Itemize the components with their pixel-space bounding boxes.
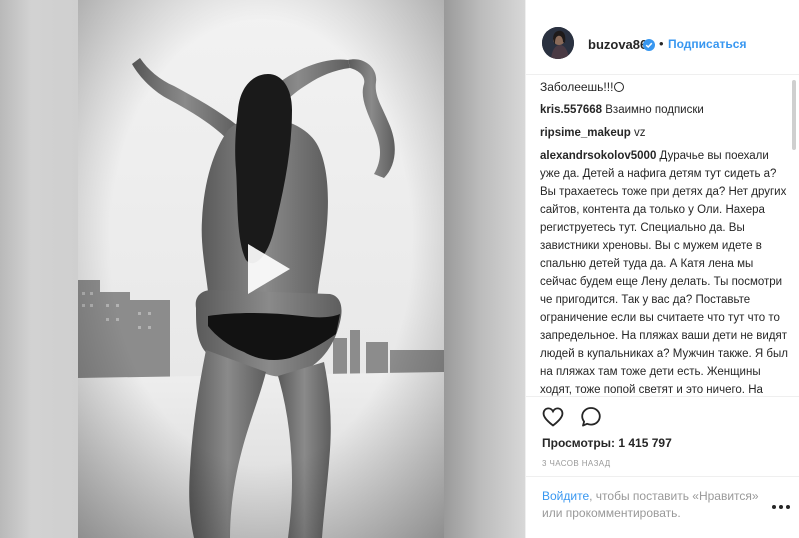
login-link[interactable]: Войдите (542, 489, 589, 503)
verified-badge-icon (643, 38, 655, 51)
comment-item: ripsime_makeup vz (540, 124, 788, 142)
comment-username[interactable]: kris.557668 (540, 104, 602, 116)
heart-icon[interactable] (542, 407, 564, 427)
comments-inner: Заболеешь!!! kris.557668 Взаимно подписк… (540, 76, 788, 396)
play-icon (248, 244, 290, 294)
post-footer: Войдите, чтобы поставить «Нравится» или … (526, 476, 799, 538)
comment-text: vz (633, 127, 646, 139)
post-header: buzova86 • Подписаться (526, 0, 799, 75)
separator-dot: • (659, 36, 664, 51)
username[interactable]: buzova86 (588, 37, 647, 52)
comment-text: Взаимно подписки (605, 104, 704, 116)
post-timestamp[interactable]: 3 часов назад (542, 459, 611, 468)
smile-emoji-icon (614, 82, 625, 92)
comments-scrollbar[interactable] (792, 80, 796, 396)
post-sidebar: buzova86 • Подписаться Заболеешь!!! kris… (526, 0, 799, 538)
more-options-icon[interactable] (772, 505, 790, 511)
views-count[interactable]: Просмотры: 1 415 797 (542, 436, 672, 450)
post-actions: Просмотры: 1 415 797 (526, 396, 799, 466)
comments-list[interactable]: Заболеешь!!! kris.557668 Взаимно подписк… (526, 76, 799, 396)
caption-text: Заболеешь!!! (540, 80, 614, 94)
login-prompt: Войдите, чтобы поставить «Нравится» или … (542, 488, 782, 522)
comment-username[interactable]: ripsime_makeup (540, 127, 631, 139)
comment-username[interactable]: alexandrsokolov5000 (540, 150, 656, 162)
avatar-image (542, 27, 574, 59)
post-media[interactable] (0, 0, 526, 538)
instagram-post: buzova86 • Подписаться Заболеешь!!! kris… (0, 0, 799, 538)
comment-item: kris.557668 Взаимно подписки (540, 101, 788, 119)
avatar[interactable] (542, 27, 574, 59)
scrollbar-thumb[interactable] (792, 80, 796, 150)
comment-icon[interactable] (580, 406, 602, 428)
comment-item: alexandrsokolov5000 Дурачье вы поехали у… (540, 147, 788, 396)
caption-tail: Заболеешь!!! (540, 78, 788, 96)
views-value: 1 415 797 (618, 436, 672, 450)
comment-text: Дурачье вы поехали уже да. Детей а нафиг… (540, 150, 788, 396)
media-blur-right (444, 0, 525, 538)
views-label: Просмотры: (542, 436, 616, 450)
media-blur-left (0, 0, 78, 538)
follow-button[interactable]: Подписаться (668, 37, 746, 51)
play-button[interactable] (238, 240, 296, 298)
